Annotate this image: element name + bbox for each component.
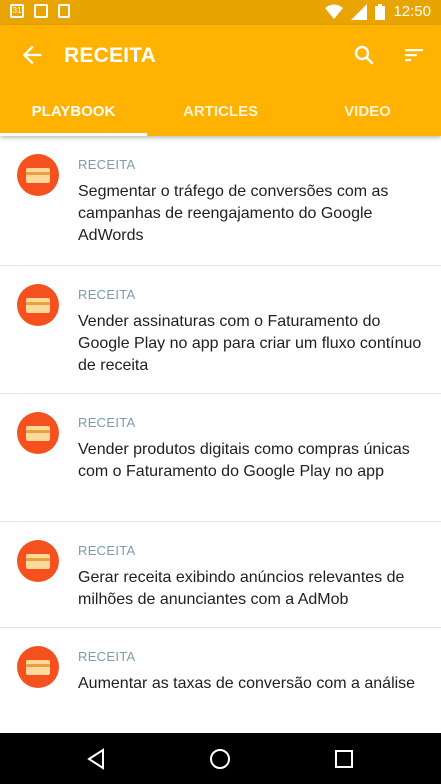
page-title: RECEITA: [64, 44, 157, 67]
list-item[interactable]: RECEITA Vender produtos digitais como co…: [0, 394, 441, 522]
credit-card-icon: [17, 284, 59, 326]
back-arrow-icon[interactable]: [18, 41, 46, 69]
image-icon: [34, 4, 48, 18]
calendar-icon: 31: [10, 4, 24, 18]
navigation-bar: [0, 733, 441, 784]
list-item[interactable]: RECEITA Vender assinaturas com o Faturam…: [0, 266, 441, 394]
item-category: RECEITA: [78, 543, 136, 558]
credit-card-icon: [17, 540, 59, 582]
item-category: RECEITA: [78, 157, 136, 172]
credit-card-icon: [17, 412, 59, 454]
status-bar: 31 12:50: [0, 0, 441, 25]
playbook-list: RECEITA Segmentar o tráfego de conversõe…: [0, 136, 441, 738]
tab-video[interactable]: VIDEO: [294, 94, 441, 136]
item-category: RECEITA: [78, 287, 136, 302]
nav-back-icon[interactable]: [84, 747, 108, 771]
wifi-icon: [325, 4, 344, 19]
nav-home-icon[interactable]: [208, 747, 232, 771]
tab-playbook[interactable]: PLAYBOOK: [0, 94, 147, 136]
credit-card-icon: [17, 154, 59, 196]
tab-bar: PLAYBOOK ARTICLES VIDEO: [0, 94, 441, 136]
list-item[interactable]: RECEITA Gerar receita exibindo anúncios …: [0, 522, 441, 628]
clock: 12:50: [393, 3, 431, 20]
list-item[interactable]: RECEITA Segmentar o tráfego de conversõe…: [0, 136, 441, 266]
app-bar: RECEITA PLAYBOOK ARTICLES VIDEO: [0, 25, 441, 136]
nav-recents-icon[interactable]: [332, 747, 356, 771]
item-title: Vender produtos digitais como compras ún…: [78, 441, 410, 480]
tab-articles[interactable]: ARTICLES: [147, 94, 294, 136]
list-item[interactable]: RECEITA Aumentar as taxas de conversão c…: [0, 628, 441, 738]
battery-icon: [375, 3, 386, 20]
signal-icon: [351, 3, 368, 20]
item-title: Aumentar as taxas de conversão com a aná…: [78, 675, 416, 692]
credit-card-icon: [17, 646, 59, 688]
sort-icon[interactable]: [402, 43, 426, 67]
item-title: Gerar receita exibindo anúncios relevant…: [78, 569, 405, 608]
item-category: RECEITA: [78, 415, 136, 430]
item-title: Vender assinaturas com o Faturamento do …: [78, 313, 422, 374]
download-icon: [58, 4, 70, 18]
item-title: Segmentar o tráfego de conversões com as…: [78, 183, 389, 244]
item-category: RECEITA: [78, 649, 136, 664]
search-icon[interactable]: [352, 43, 376, 67]
